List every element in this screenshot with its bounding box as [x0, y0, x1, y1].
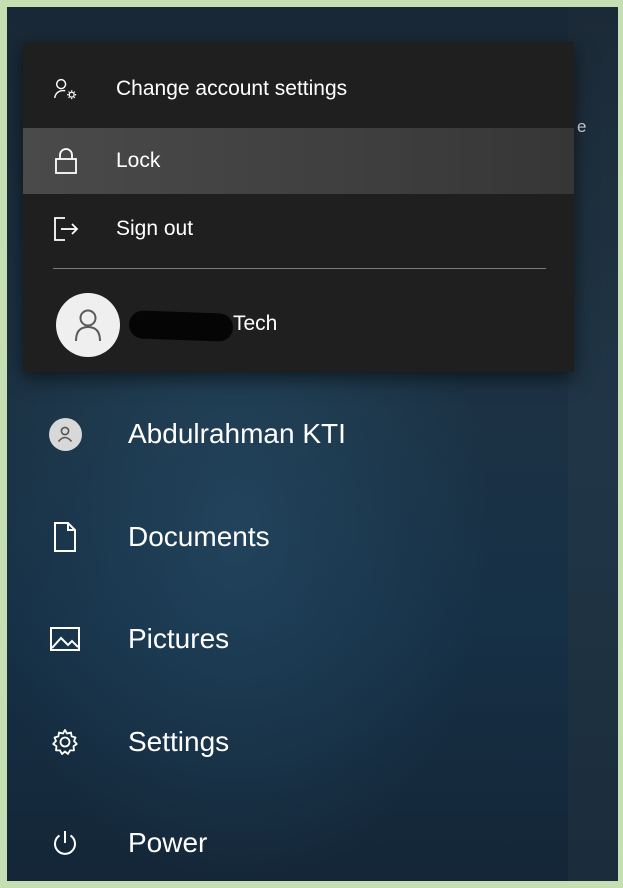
- start-menu-window: e Abdulrahman KTI Documents Pictures Set…: [7, 7, 618, 881]
- sign-out-item[interactable]: Sign out: [23, 196, 574, 262]
- lock-item[interactable]: Lock: [23, 128, 574, 194]
- lock-label: Lock: [116, 149, 161, 172]
- account-flyout: Change account settings Lock Sign out Te…: [23, 42, 574, 372]
- gear-icon: [47, 724, 83, 760]
- account-settings-icon: [53, 76, 79, 102]
- sign-out-label: Sign out: [116, 217, 194, 240]
- other-account-item[interactable]: Tech: [23, 286, 574, 362]
- change-account-settings-label: Change account settings: [116, 77, 348, 100]
- lock-icon: [53, 148, 79, 174]
- document-icon: [47, 519, 83, 555]
- start-item-pictures[interactable]: Pictures: [7, 599, 568, 679]
- person-icon: [56, 293, 120, 357]
- start-item-user[interactable]: Abdulrahman KTI: [7, 394, 568, 474]
- start-item-pictures-label: Pictures: [128, 623, 230, 654]
- start-item-settings-label: Settings: [128, 726, 230, 757]
- redacted-name-scribble: [128, 310, 234, 342]
- start-item-settings[interactable]: Settings: [7, 702, 568, 782]
- start-item-documents-label: Documents: [128, 521, 270, 552]
- other-account-name: Tech: [233, 312, 278, 335]
- pictures-icon: [47, 621, 83, 657]
- start-item-documents[interactable]: Documents: [7, 497, 568, 577]
- start-item-power[interactable]: Power: [7, 803, 568, 881]
- cut-off-tile-text: e: [577, 117, 587, 136]
- sign-out-icon: [53, 216, 79, 242]
- tiles-area-edge: [568, 7, 618, 881]
- change-account-settings-item[interactable]: Change account settings: [23, 56, 574, 122]
- start-item-user-label: Abdulrahman KTI: [128, 418, 346, 449]
- power-icon: [47, 825, 83, 861]
- avatar-icon: [47, 416, 83, 452]
- flyout-divider: [53, 268, 546, 269]
- start-item-power-label: Power: [128, 827, 208, 858]
